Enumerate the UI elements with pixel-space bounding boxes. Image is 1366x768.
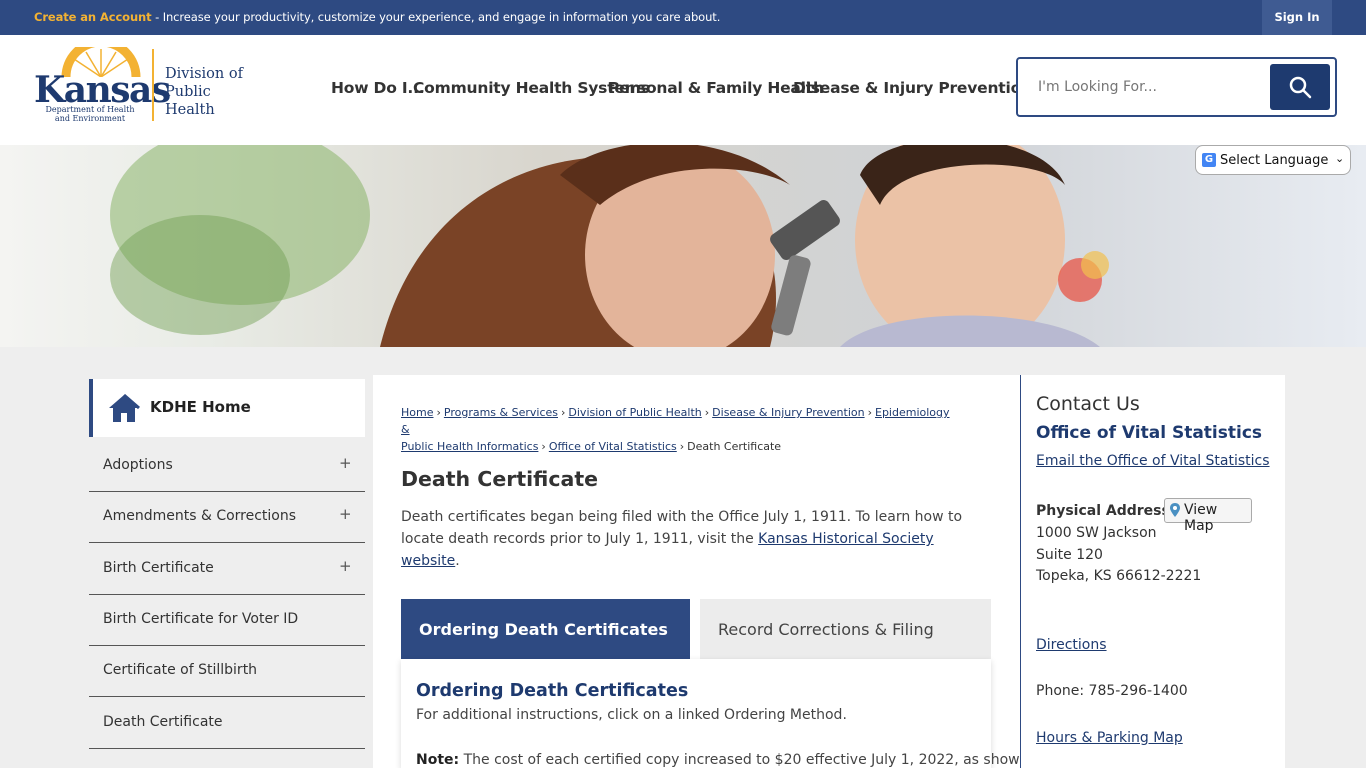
address-line: 1000 SW Jackson	[1036, 525, 1157, 541]
nav-personal-family-health[interactable]: Personal & Family Health	[608, 79, 824, 97]
sidebar-item-label: Birth Certificate for Voter ID	[103, 611, 299, 627]
home-icon	[109, 393, 140, 422]
sidebar-item-birth-certificate[interactable]: Birth Certificate +	[89, 543, 365, 595]
site-header: Kansas Department of Health and Environm…	[0, 35, 1366, 145]
chevron-down-icon: ⌄	[1335, 152, 1345, 165]
sidebar-item-label: Amendments & Corrections	[103, 508, 297, 524]
sidebar-item-label: Death Certificate	[103, 714, 223, 730]
tab-label: Record Corrections & Filing	[718, 620, 934, 639]
nav-disease-injury-prevention[interactable]: Disease & Injury Prevention	[793, 79, 1032, 97]
intro-paragraph: Death certificates began being filed wit…	[401, 506, 991, 572]
breadcrumb: Home › Programs & Services › Division of Pub…	[401, 406, 950, 453]
sidebar-item-label: Birth Certificate	[103, 560, 214, 576]
expand-icon[interactable]: +	[339, 557, 352, 575]
view-map-button[interactable]: View Map	[1164, 498, 1252, 534]
expand-icon[interactable]: +	[339, 505, 352, 523]
panel-title: Ordering Death Certificates	[416, 681, 689, 701]
banner-illustration	[110, 145, 1109, 347]
logo-divider	[152, 49, 154, 121]
phone-number: Phone: 785-296-1400	[1036, 683, 1188, 699]
logo-division-line2: Public Health	[165, 84, 215, 118]
tab-panel: Ordering Death Certificates For addition…	[401, 659, 1046, 768]
tab-record-corrections[interactable]: Record Corrections & Filing	[700, 599, 991, 659]
main-content: Home › Programs & Services › Division of Pub…	[373, 375, 1046, 768]
view-map-label: View Map	[1184, 502, 1218, 534]
breadcrumb-link[interactable]: Home	[401, 406, 433, 419]
create-account-link[interactable]: Create an Account	[34, 10, 152, 24]
sidebar-item-death-certificate[interactable]: Death Certificate	[89, 697, 365, 749]
sign-in-button[interactable]: Sign In	[1262, 0, 1332, 35]
sidebar-home-link[interactable]: KDHE Home	[89, 379, 365, 437]
logo-division-text: Division of Public Health	[165, 65, 257, 119]
intro-end: .	[455, 553, 460, 569]
sidebar-item-adoptions[interactable]: Adoptions +	[89, 440, 365, 492]
account-message: Create an Account - Increase your produc…	[34, 10, 720, 24]
breadcrumb-current: Death Certificate	[687, 440, 782, 453]
address-line: Suite 120	[1036, 547, 1103, 563]
logo-division-line1: Division of	[165, 66, 243, 82]
hours-parking-link[interactable]: Hours & Parking Map	[1036, 730, 1183, 746]
search-icon	[1289, 76, 1312, 99]
logo-dept-line2: and Environment	[54, 114, 126, 123]
sidebar-item-amendments[interactable]: Amendments & Corrections +	[89, 491, 365, 543]
google-translate-icon: G	[1202, 153, 1216, 167]
note-label: Note:	[416, 752, 460, 768]
breadcrumb-link[interactable]: Programs & Services	[444, 406, 558, 419]
language-select-label: Select Language	[1220, 153, 1329, 168]
logo-dept-line1: Department of Health	[45, 105, 135, 114]
language-select[interactable]: G Select Language ⌄	[1195, 145, 1351, 175]
breadcrumb-link[interactable]: Disease & Injury Prevention	[712, 406, 864, 419]
panel-text: For additional instructions, click on a …	[416, 707, 847, 723]
site-search	[1016, 57, 1337, 117]
hero-banner-image	[0, 145, 1366, 347]
email-office-link[interactable]: Email the Office of Vital Statistics	[1036, 453, 1270, 469]
search-input[interactable]	[1038, 79, 1258, 95]
expand-icon[interactable]: +	[339, 454, 352, 472]
breadcrumb-link[interactable]: Division of Public Health	[568, 406, 701, 419]
account-message-text: - Increase your productivity, customize …	[151, 10, 721, 24]
page-title: Death Certificate	[401, 467, 599, 491]
contact-sidebar: Contact Us Office of Vital Statistics Em…	[1020, 375, 1285, 768]
logo-dept-text: Department of Health and Environment	[38, 105, 142, 123]
search-button[interactable]	[1270, 64, 1330, 110]
sidebar-item-label: Certificate of Stillbirth	[103, 662, 258, 678]
tab-label: Ordering Death Certificates	[419, 620, 668, 639]
contact-heading: Contact Us	[1036, 393, 1140, 415]
nav-how-do-i[interactable]: How Do I...	[331, 79, 425, 97]
top-bar: Create an Account - Increase your produc…	[0, 0, 1366, 35]
contact-office-name: Office of Vital Statistics	[1036, 423, 1263, 443]
note-body: The cost of each certified copy increase…	[459, 752, 1046, 768]
sidebar-item-label: Adoptions	[103, 457, 173, 473]
kdhe-logo[interactable]: Kansas Department of Health and Environm…	[32, 47, 257, 125]
directions-link[interactable]: Directions	[1036, 637, 1107, 653]
sidebar-home-label: KDHE Home	[150, 398, 251, 416]
address-line: Topeka, KS 66612-2221	[1036, 568, 1202, 584]
sidebar-item-stillbirth[interactable]: Certificate of Stillbirth	[89, 645, 365, 697]
map-pin-icon	[1170, 503, 1180, 517]
tab-ordering-death-certificates[interactable]: Ordering Death Certificates	[401, 599, 690, 659]
breadcrumb-link[interactable]: Public Health Informatics	[401, 440, 538, 453]
breadcrumb-link[interactable]: Office of Vital Statistics	[549, 440, 677, 453]
physical-address-label: Physical Address	[1036, 503, 1170, 519]
note-text: Note: The cost of each certified copy in…	[416, 752, 1046, 768]
sidebar-item-birth-certificate-voter-id[interactable]: Birth Certificate for Voter ID	[89, 594, 365, 646]
